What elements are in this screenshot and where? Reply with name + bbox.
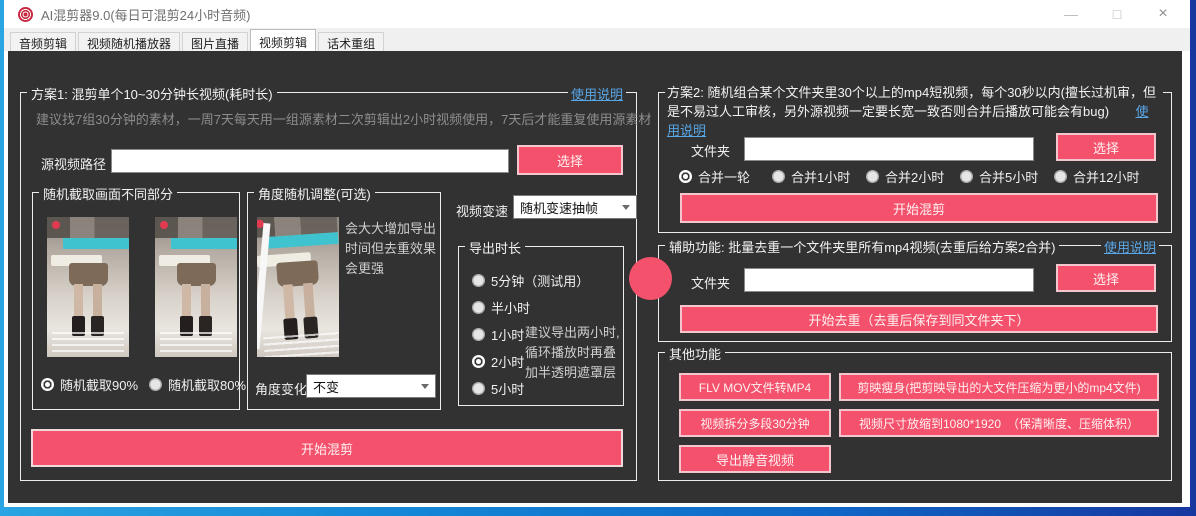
crop-preview-thumbnail-1 bbox=[47, 217, 129, 357]
export-5min-radio[interactable]: 5分钟（测试用） bbox=[472, 271, 589, 290]
tab-video-edit[interactable]: 视频剪辑 bbox=[250, 29, 316, 51]
assist-folder-input[interactable] bbox=[744, 268, 1034, 292]
crop-preview-thumbnail-2 bbox=[155, 217, 237, 357]
export-5hour-radio[interactable]: 5小时 bbox=[472, 379, 524, 398]
plan1-title: 方案1: 混剪单个10~30分钟长视频(耗时长) bbox=[27, 84, 277, 103]
tab-image-live[interactable]: 图片直播 bbox=[182, 32, 248, 51]
angle-preview-thumbnail bbox=[257, 217, 339, 357]
radio-icon bbox=[149, 378, 162, 391]
resize-1080x1920-button[interactable]: 视频尺寸放缩到1080*1920 （保清晰度、压缩体积） bbox=[839, 409, 1159, 437]
export-note: 建议导出两小时,循环播放时再叠加半透明遮罩层 bbox=[525, 323, 621, 383]
angle-note: 会大大增加导出时间但去重效果会更强 bbox=[345, 219, 437, 279]
source-choose-button[interactable]: 选择 bbox=[517, 145, 623, 175]
jianying-shrink-button[interactable]: 剪映瘦身(把剪映导出的大文件压缩为更小的mp4文件) bbox=[839, 373, 1159, 401]
split-30min-button[interactable]: 视频拆分多段30分钟 bbox=[679, 409, 831, 437]
chevron-down-icon bbox=[622, 205, 630, 210]
others-title: 其他功能 bbox=[665, 344, 725, 363]
export-half-hour-radio[interactable]: 半小时 bbox=[472, 298, 530, 317]
close-button[interactable]: × bbox=[1148, 5, 1178, 23]
plan2-panel: 方案2: 随机组合某个文件夹里30个以上的mp4短视频，每个30秒以内(擅长过机… bbox=[658, 92, 1172, 233]
tab-bar: 音频剪辑 视频随机播放器 图片直播 视频剪辑 话术重组 bbox=[4, 28, 1190, 51]
merge-1hour-radio[interactable]: 合并1小时 bbox=[772, 167, 850, 186]
plan2-title-wrap: 方案2: 随机组合某个文件夹里30个以上的mp4短视频，每个30秒以内(擅长过机… bbox=[665, 83, 1163, 140]
plan2-choose-button[interactable]: 选择 bbox=[1056, 133, 1156, 161]
assist-title: 辅助功能: 批量去重一个文件夹里所有mp4视频(去重后给方案2合并) bbox=[665, 237, 1059, 256]
source-path-input[interactable] bbox=[111, 149, 509, 173]
angle-change-select[interactable]: 不变 bbox=[306, 374, 436, 398]
assist-panel: 辅助功能: 批量去重一个文件夹里所有mp4视频(去重后给方案2合并) 使用说明 … bbox=[658, 245, 1172, 342]
plan1-help-link[interactable]: 使用说明 bbox=[568, 84, 626, 103]
merge-2hour-radio[interactable]: 合并2小时 bbox=[866, 167, 944, 186]
angle-group-title: 角度随机调整(可选) bbox=[254, 184, 375, 203]
assist-choose-button[interactable]: 选择 bbox=[1056, 264, 1156, 292]
merge-5hour-radio[interactable]: 合并5小时 bbox=[960, 167, 1038, 186]
plan1-panel: 方案1: 混剪单个10~30分钟长视频(耗时长) 使用说明 建议找7组30分钟的… bbox=[20, 92, 637, 481]
app-logo-icon bbox=[18, 7, 33, 22]
radio-selected-icon bbox=[41, 378, 54, 391]
export-2hour-radio[interactable]: 2小时 bbox=[472, 352, 524, 371]
main-content: 方案1: 混剪单个10~30分钟长视频(耗时长) 使用说明 建议找7组30分钟的… bbox=[8, 51, 1182, 503]
angle-group: 角度随机调整(可选) 会大大增加导出时间但去重效果会更强 角度变化 不变 bbox=[247, 192, 441, 410]
plan2-folder-label: 文件夹 bbox=[691, 141, 730, 160]
angle-change-label: 角度变化 bbox=[255, 379, 307, 398]
assist-folder-label: 文件夹 bbox=[691, 273, 730, 292]
plan2-folder-input[interactable] bbox=[744, 137, 1034, 161]
tab-audio-edit[interactable]: 音频剪辑 bbox=[10, 32, 76, 51]
minimize-button[interactable]: — bbox=[1056, 6, 1086, 22]
crop-80-radio[interactable]: 随机截取80% bbox=[149, 375, 246, 394]
tab-script-remix[interactable]: 话术重组 bbox=[318, 32, 384, 51]
window-controls: — □ × bbox=[1056, 0, 1178, 28]
merge-12hour-radio[interactable]: 合并12小时 bbox=[1054, 167, 1139, 186]
source-path-label: 源视频路径 bbox=[41, 154, 106, 173]
tab-video-random-player[interactable]: 视频随机播放器 bbox=[78, 32, 180, 51]
flv-mov-to-mp4-button[interactable]: FLV MOV文件转MP4 bbox=[679, 373, 831, 401]
export-duration-title: 导出时长 bbox=[465, 238, 525, 257]
app-window: AI混剪器9.0(每日可混剪24小时音频) — □ × 音频剪辑 视频随机播放器… bbox=[4, 0, 1190, 507]
plan1-hint: 建议找7组30分钟的素材，一周7天每天用一组源素材二次剪辑出2小时视频使用，7天… bbox=[36, 109, 651, 128]
crop-group-title: 随机截取画面不同部分 bbox=[39, 184, 177, 203]
window-title: AI混剪器9.0(每日可混剪24小时音频) bbox=[41, 5, 250, 24]
export-duration-group: 导出时长 5分钟（测试用） 半小时 1小时 2小时 bbox=[458, 246, 624, 406]
crop-90-radio[interactable]: 随机截取90% bbox=[41, 375, 138, 394]
plan2-title: 方案2: 随机组合某个文件夹里30个以上的mp4短视频，每个30秒以内(擅长过机… bbox=[667, 85, 1156, 119]
start-dedupe-button[interactable]: 开始去重（去重后保存到同文件夹下） bbox=[680, 305, 1158, 333]
crop-group: 随机截取画面不同部分 随机截取90% 随机截取80% bbox=[32, 192, 240, 410]
others-panel: 其他功能 FLV MOV文件转MP4 剪映瘦身(把剪映导出的大文件压缩为更小的m… bbox=[658, 352, 1172, 481]
merge-one-round-radio[interactable]: 合并一轮 bbox=[679, 167, 750, 186]
assist-help-link[interactable]: 使用说明 bbox=[1101, 237, 1159, 256]
chevron-down-icon bbox=[421, 384, 429, 389]
radio-selected-icon bbox=[679, 170, 692, 183]
speed-label: 视频变速 bbox=[456, 201, 508, 220]
start-mix-button-plan1[interactable]: 开始混剪 bbox=[31, 429, 623, 467]
maximize-button[interactable]: □ bbox=[1102, 6, 1132, 22]
export-1hour-radio[interactable]: 1小时 bbox=[472, 325, 524, 344]
export-muted-video-button[interactable]: 导出静音视频 bbox=[679, 445, 831, 473]
record-dot-icon bbox=[629, 257, 672, 300]
radio-selected-icon bbox=[472, 355, 485, 368]
title-bar: AI混剪器9.0(每日可混剪24小时音频) — □ × bbox=[4, 0, 1190, 28]
start-mix-button-plan2[interactable]: 开始混剪 bbox=[680, 193, 1158, 223]
speed-select[interactable]: 随机变速抽帧 bbox=[513, 195, 637, 219]
